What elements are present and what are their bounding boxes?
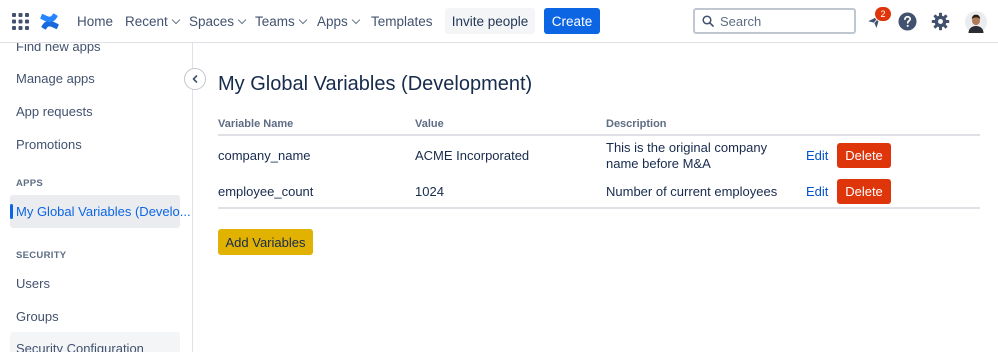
avatar[interactable] [965, 0, 987, 43]
search-box[interactable] [693, 8, 856, 34]
page-title: My Global Variables (Development) [218, 73, 533, 95]
invite-people-label: Invite people [451, 13, 529, 29]
settings-icon[interactable] [931, 0, 950, 43]
table-bottom-divider [218, 207, 980, 209]
chevron-down-icon [171, 15, 181, 24]
grid-icon[interactable] [12, 0, 29, 43]
description-cell: This is the original company name before… [606, 140, 767, 172]
delete-button[interactable]: Delete [837, 179, 891, 204]
nav-spaces[interactable]: Spaces [189, 0, 247, 43]
sidebar-item-app-requests[interactable]: App requests [16, 104, 93, 119]
chevron-left-icon [192, 75, 198, 83]
sidebar-item-security-configuration[interactable]: Security Configuration [16, 341, 144, 352]
nav-spaces-label: Spaces [189, 14, 235, 29]
value-cell: ACME Incorporated [415, 148, 530, 163]
column-header-description: Description [606, 118, 667, 130]
nav-apps[interactable]: Apps [317, 0, 361, 43]
chevron-down-icon [298, 15, 308, 24]
add-variables-label: Add Variables [225, 234, 306, 250]
sidebar-item-label: Promotions [16, 137, 82, 152]
sidebar-item-find-new-apps[interactable]: Find new apps [16, 43, 101, 54]
nav-templates[interactable]: Templates [371, 0, 433, 43]
chevron-down-icon [351, 15, 361, 24]
sidebar-item-label: App requests [16, 104, 93, 119]
notification-count-badge: 2 [874, 6, 892, 22]
notification-count: 2 [880, 9, 886, 19]
nav-apps-label: Apps [317, 14, 348, 29]
delete-label: Delete [845, 184, 883, 199]
description-line: This is the original company [606, 140, 768, 155]
nav-templates-label: Templates [371, 14, 433, 29]
nav-home[interactable]: Home [77, 0, 113, 43]
sidebar-item-manage-apps[interactable]: Manage apps [16, 71, 95, 86]
sidebar-item-label: Groups [16, 309, 59, 324]
variable-name-cell: company_name [218, 148, 311, 163]
search-input[interactable] [720, 13, 840, 29]
nav-recent[interactable]: Recent [125, 0, 181, 43]
invite-people-button[interactable]: Invite people [445, 8, 535, 34]
edit-link[interactable]: Edit [806, 148, 828, 163]
sidebar-item-label: Manage apps [16, 71, 95, 86]
sidebar-item-label: Security Configuration [16, 341, 144, 352]
collapse-sidebar-button[interactable] [184, 68, 206, 90]
sidebar-item-label: Users [16, 276, 50, 291]
nav-teams-label: Teams [255, 14, 295, 29]
delete-label: Delete [845, 148, 883, 163]
sidebar-item-promotions[interactable]: Promotions [16, 137, 82, 152]
search-icon [702, 15, 714, 27]
create-button[interactable]: Create [544, 8, 600, 34]
nav-home-label: Home [77, 14, 114, 29]
description-line: name before M&A [606, 156, 711, 171]
edit-link[interactable]: Edit [806, 184, 828, 199]
confluence-logo-icon[interactable] [40, 0, 59, 43]
value-cell: 1024 [415, 184, 444, 199]
create-label: Create [551, 13, 593, 29]
column-header-value: Value [415, 118, 444, 130]
table-header-divider [218, 134, 980, 136]
sidebar-heading-security: SECURITY [16, 250, 67, 261]
add-variables-button[interactable]: Add Variables [218, 229, 313, 255]
nav-teams[interactable]: Teams [255, 0, 308, 43]
sidebar-heading-apps: APPS [16, 178, 44, 189]
variable-name-cell: employee_count [218, 184, 314, 199]
chevron-down-icon [237, 15, 247, 24]
sidebar-item-label-selected[interactable]: My Global Variables (Develo... [16, 204, 191, 219]
selected-indicator [10, 204, 13, 219]
admin-sidebar: Find new apps Manage apps App requests P… [0, 43, 193, 352]
top-navigation-bar: Home Recent Spaces Teams Apps Templates … [0, 0, 998, 43]
column-header-variable-name: Variable Name [218, 118, 294, 130]
delete-button[interactable]: Delete [837, 143, 891, 168]
help-icon[interactable] [898, 0, 917, 43]
nav-recent-label: Recent [125, 14, 168, 29]
description-cell: Number of current employees [606, 184, 778, 199]
sidebar-item-users[interactable]: Users [16, 276, 50, 291]
sidebar-item-groups[interactable]: Groups [16, 309, 59, 324]
sidebar-item-label: Find new apps [16, 43, 101, 54]
